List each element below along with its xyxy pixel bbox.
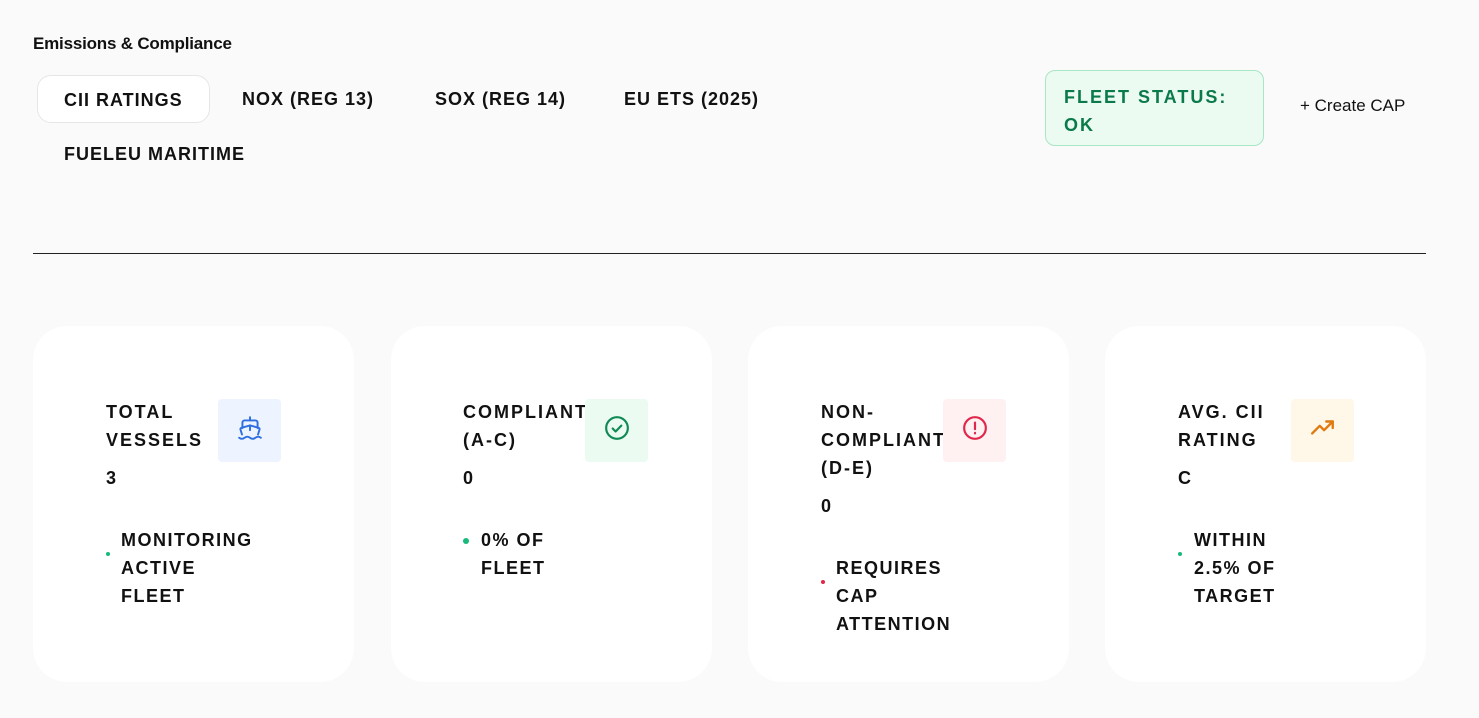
card-note-text: WITHIN 2.5% OF TARGET [1194, 530, 1276, 606]
status-dot [821, 580, 825, 584]
card-label: AVG. CII RATING [1178, 402, 1265, 450]
card-note-text: MONITORING ACTIVE FLEET [121, 530, 253, 606]
avg-cii-rating-card: AVG. CII RATING C WITHIN 2.5% OF TARGET [1105, 326, 1426, 682]
fleet-status-badge: FLEET STATUS: OK [1045, 70, 1264, 146]
card-note-text: REQUIRES CAP ATTENTION [836, 558, 952, 634]
card-label: NON- COMPLIANT (D-E) [821, 402, 946, 478]
fleet-status-label: FLEET STATUS: OK [1064, 87, 1228, 135]
trending-up-icon [1310, 415, 1336, 446]
section-divider [33, 253, 1426, 254]
create-cap-button[interactable]: + Create CAP [1300, 96, 1405, 116]
tab-eu-ets-2025[interactable]: EU ETS (2025) [624, 75, 759, 123]
total-vessels-card: TOTAL VESSELS 3 MONITORING ACTIVE FLEET [33, 326, 354, 682]
card-note-text: 0% OF FLEET [481, 530, 546, 578]
check-circle-icon [604, 415, 630, 446]
card-icon-box [943, 399, 1006, 462]
emissions-compliance-page: Emissions & Compliance CII RATINGS NOX (… [0, 0, 1479, 718]
status-dot [463, 538, 469, 544]
avg-cii-value: C [1178, 468, 1192, 488]
status-dot [1178, 552, 1182, 556]
card-label: TOTAL VESSELS [106, 402, 204, 450]
page-title: Emissions & Compliance [33, 34, 232, 53]
compliant-value: 0 [463, 468, 475, 488]
card-label: COMPLIANT (A-C) [463, 402, 588, 450]
tab-cii-ratings[interactable]: CII RATINGS [37, 75, 210, 123]
compliant-card: COMPLIANT (A-C) 0 0% OF FLEET [391, 326, 712, 682]
tab-nox-reg-13[interactable]: NOX (REG 13) [242, 75, 374, 123]
card-icon-box [585, 399, 648, 462]
card-icon-box [1291, 399, 1354, 462]
ship-icon [237, 415, 263, 446]
total-vessels-value: 3 [106, 468, 118, 488]
tab-sox-reg-14[interactable]: SOX (REG 14) [435, 75, 566, 123]
tab-fueleu-maritime[interactable]: FUELEU MARITIME [64, 130, 245, 178]
non-compliant-card: NON- COMPLIANT (D-E) 0 REQUIRES CAP ATTE… [748, 326, 1069, 682]
status-dot [106, 552, 110, 556]
alert-circle-icon [962, 415, 988, 446]
non-compliant-value: 0 [821, 496, 833, 516]
card-icon-box [218, 399, 281, 462]
